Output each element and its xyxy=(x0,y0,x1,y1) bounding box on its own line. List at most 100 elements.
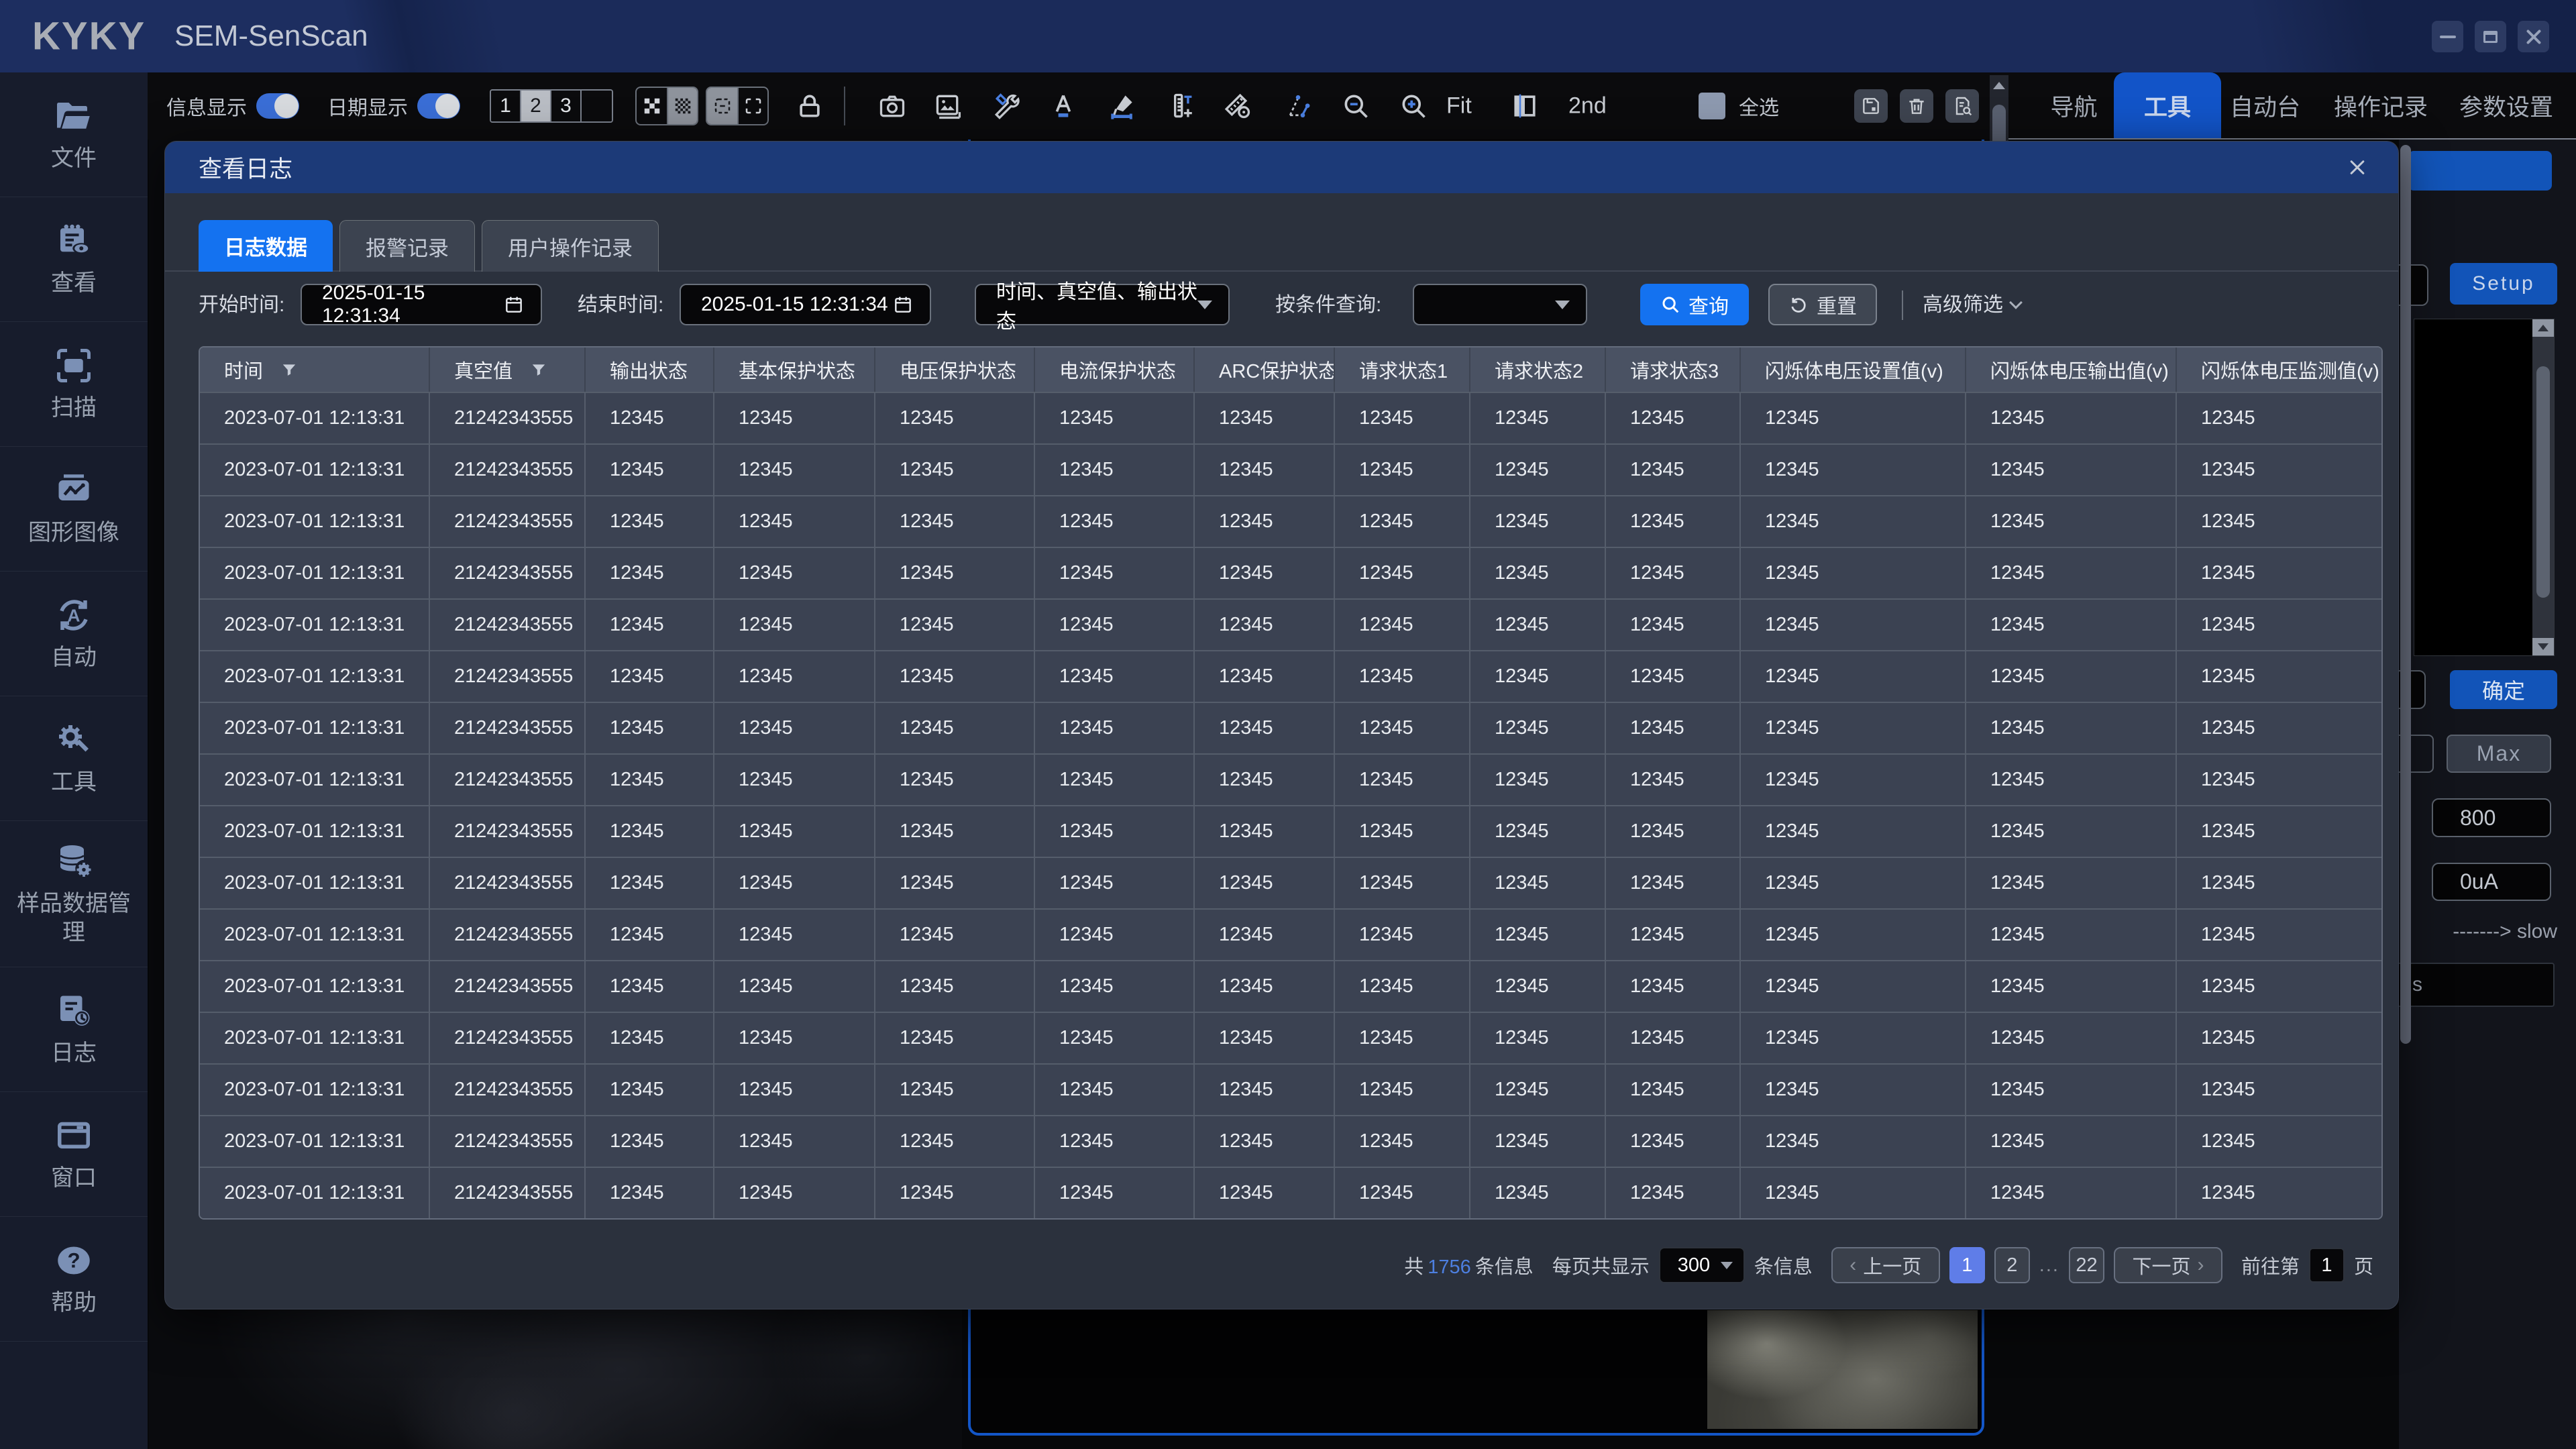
end-time-input[interactable]: 2025-01-15 12:31:34 xyxy=(680,284,931,325)
sidebar-item-graphics[interactable]: 图形图像 xyxy=(0,447,148,572)
delete-button[interactable] xyxy=(1900,89,1933,123)
table-cell: 21242343555 xyxy=(430,548,586,598)
tab-log-data[interactable]: 日志数据 xyxy=(199,220,333,272)
page-button-2[interactable]: 2 xyxy=(1994,1247,2030,1283)
table-cell: 12345 xyxy=(1470,445,1606,495)
table-cell: 12345 xyxy=(714,1168,875,1218)
column-header: 闪烁体电压输出值(v) xyxy=(1966,347,2177,392)
zoom-in-icon[interactable] xyxy=(1397,89,1430,123)
ruler-text-icon[interactable] xyxy=(1163,89,1197,123)
tab-user-operation-record[interactable]: 用户操作记录 xyxy=(482,220,659,272)
table-cell: 12345 xyxy=(1741,1168,1966,1218)
goto-page-input[interactable]: 1 xyxy=(2309,1248,2345,1283)
sidebar-item-log[interactable]: 日志 xyxy=(0,967,148,1092)
adjust-tools-icon[interactable] xyxy=(989,89,1022,123)
image-export-icon[interactable] xyxy=(931,89,965,123)
scroll-down-arrow[interactable] xyxy=(2532,638,2554,655)
date-display-toggle[interactable] xyxy=(417,93,460,119)
sidebar-item-label: 查看 xyxy=(15,269,133,298)
info-display-toggle[interactable] xyxy=(256,93,299,119)
table-cell: 12345 xyxy=(1606,548,1741,598)
tab-tools[interactable]: 工具 xyxy=(2114,72,2221,138)
confirm-button[interactable]: 确定 xyxy=(2450,670,2557,709)
select-all-checkbox[interactable] xyxy=(1699,93,1725,119)
sidebar-item-tools[interactable]: 工具 xyxy=(0,696,148,821)
voltage-input[interactable]: 800 xyxy=(2432,798,2551,837)
text-annotation-icon[interactable] xyxy=(1046,89,1080,123)
columns-select[interactable]: 时间、真空值、输出状态 xyxy=(975,284,1230,325)
table-cell: 12345 xyxy=(1606,858,1741,908)
max-button[interactable]: Max xyxy=(2447,735,2551,773)
listbox-scrollbar[interactable] xyxy=(2532,319,2554,655)
sidebar-item-sample-data[interactable]: 样品数据管理 xyxy=(0,821,148,967)
zoom-out-icon[interactable] xyxy=(1339,89,1373,123)
measure-scale-icon[interactable] xyxy=(1221,89,1254,123)
segment-1[interactable]: 1 xyxy=(491,91,521,121)
save-button[interactable] xyxy=(1854,89,1888,123)
sidebar-item-help[interactable]: ? 帮助 xyxy=(0,1217,148,1342)
fit-button[interactable]: Fit xyxy=(1446,93,1472,119)
panel-listbox[interactable] xyxy=(2414,319,2555,656)
segment-4[interactable] xyxy=(582,91,612,121)
table-cell: 12345 xyxy=(586,1116,714,1167)
sidebar-item-files[interactable]: 文件 xyxy=(0,72,148,197)
dither-fine-icon[interactable] xyxy=(667,88,697,124)
camera-capture-icon[interactable] xyxy=(875,89,909,123)
view-log-button[interactable] xyxy=(1945,89,1979,123)
full-frame-brackets-icon[interactable] xyxy=(737,88,767,124)
page-button-22[interactable]: 22 xyxy=(2069,1247,2104,1283)
panel-button-partial[interactable] xyxy=(2408,151,2552,191)
calendar-icon[interactable] xyxy=(503,294,525,315)
scroll-up-arrow[interactable] xyxy=(2532,319,2554,337)
focus-dashed-icon[interactable] xyxy=(707,88,737,124)
total-suffix: 条信息 xyxy=(1475,1256,1534,1278)
lock-icon[interactable] xyxy=(793,89,826,123)
setup-button[interactable]: Setup xyxy=(2450,263,2557,305)
sample-database-icon xyxy=(54,841,94,881)
tab-navigation[interactable]: 导航 xyxy=(2035,72,2112,138)
table-cell: 12345 xyxy=(1035,1065,1195,1115)
scrollbar-thumb[interactable] xyxy=(2536,366,2550,598)
close-button[interactable] xyxy=(2518,21,2549,52)
angle-measure-icon[interactable] xyxy=(1281,89,1315,123)
segment-3[interactable]: 3 xyxy=(551,91,582,121)
sidebar-item-window[interactable]: 窗口 xyxy=(0,1092,148,1217)
table-cell: 12345 xyxy=(1195,806,1335,857)
table-cell: 12345 xyxy=(1195,755,1335,805)
current-input[interactable]: 0uA xyxy=(2432,863,2551,901)
tab-parameter-settings[interactable]: 参数设置 xyxy=(2453,72,2560,138)
next-page-button[interactable]: 下一页 › xyxy=(2114,1247,2222,1283)
page-button-1[interactable]: 1 xyxy=(1949,1247,1985,1283)
dither-coarse-icon[interactable] xyxy=(637,88,667,124)
split-view-icon[interactable] xyxy=(1508,89,1542,123)
prev-page-button[interactable]: ‹ 上一页 xyxy=(1831,1247,1940,1283)
segment-2[interactable]: 2 xyxy=(521,91,551,121)
help-icon: ? xyxy=(54,1240,94,1281)
tab-auto-stage[interactable]: 自动台 xyxy=(2223,72,2307,138)
sidebar-item-auto[interactable]: A 自动 xyxy=(0,572,148,696)
minimize-button[interactable] xyxy=(2432,21,2463,52)
dialog-close-icon[interactable] xyxy=(2341,151,2374,184)
tab-operation-record[interactable]: 操作记录 xyxy=(2327,72,2434,138)
time-unit-input[interactable]: s xyxy=(2372,963,2555,1007)
maximize-button[interactable] xyxy=(2475,21,2506,52)
sidebar-item-view[interactable]: 查看 xyxy=(0,197,148,322)
per-page-select[interactable]: 300 xyxy=(1659,1247,1745,1283)
tab-alarm-record[interactable]: 报警记录 xyxy=(339,220,475,272)
sidebar-item-scan[interactable]: 扫描 xyxy=(0,322,148,447)
reset-button[interactable]: 重置 xyxy=(1768,284,1877,325)
filter-icon[interactable] xyxy=(280,361,298,378)
draw-annotation-icon[interactable] xyxy=(1106,89,1139,123)
second-view-button[interactable]: 2nd xyxy=(1568,93,1607,119)
advanced-filter-toggle[interactable]: 高级筛选 xyxy=(1923,284,2021,327)
condition-select[interactable] xyxy=(1413,284,1587,325)
table-cell: 2023-07-01 12:13:31 xyxy=(200,1168,430,1218)
start-time-input[interactable]: 2025-01-15 12:31:34 xyxy=(301,284,542,325)
table-cell: 12345 xyxy=(714,600,875,650)
right-panel-scrollbar[interactable] xyxy=(2400,145,2411,1044)
filter-icon[interactable] xyxy=(530,361,547,378)
query-button[interactable]: 查询 xyxy=(1640,284,1749,325)
table-cell: 2023-07-01 12:13:31 xyxy=(200,1116,430,1167)
calendar-icon[interactable] xyxy=(892,294,914,315)
scrollbar-up-arrow[interactable] xyxy=(1993,82,2005,89)
